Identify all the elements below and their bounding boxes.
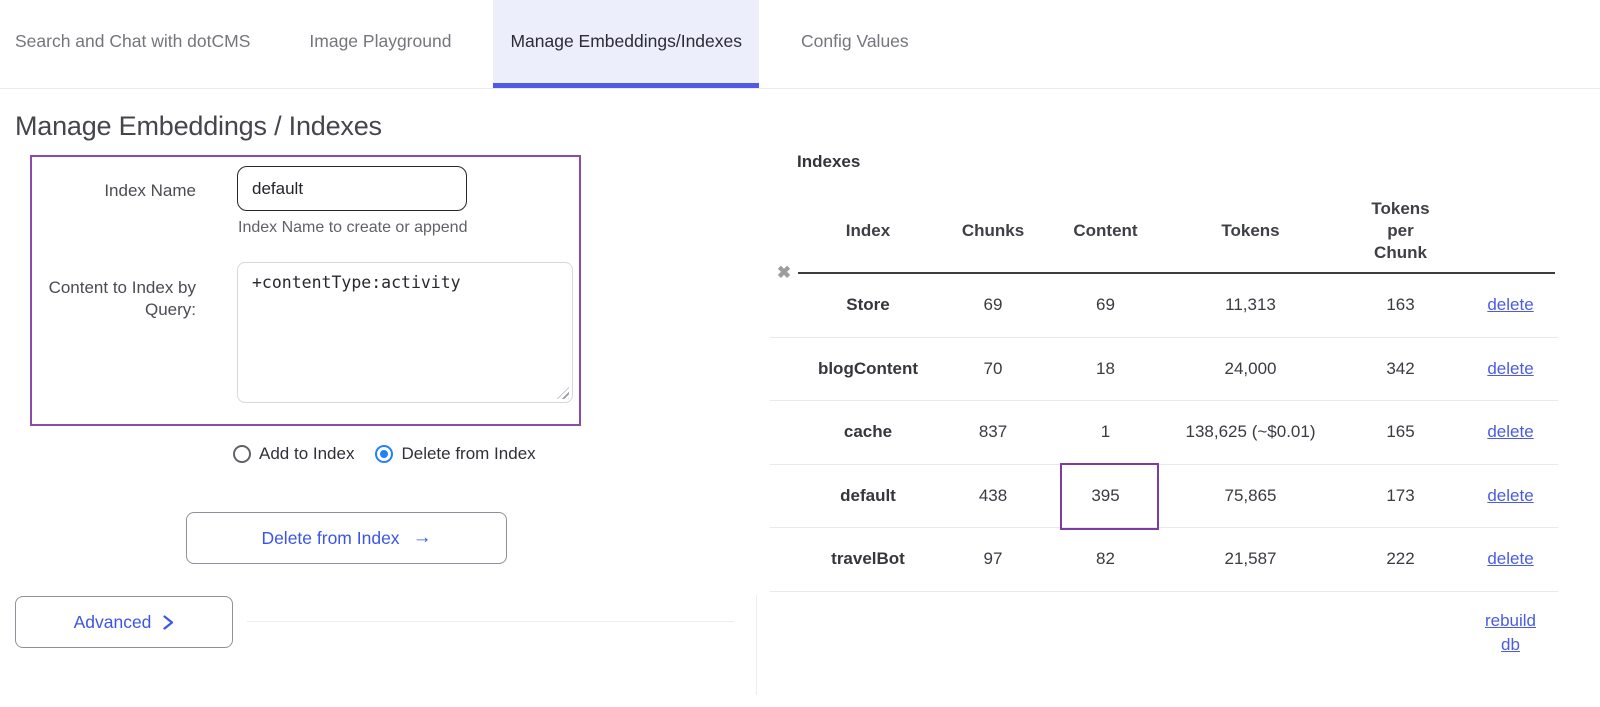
- vertical-divider: [756, 595, 757, 695]
- content-cell: 82: [1048, 549, 1163, 569]
- index-name-label: Index Name: [36, 181, 196, 201]
- mode-radio-group: Add to Index Delete from Index: [233, 444, 557, 464]
- radio-icon: [233, 445, 251, 463]
- tab[interactable]: Manage Embeddings/Indexes: [493, 0, 759, 88]
- chunks-cell: 70: [938, 359, 1048, 379]
- actions-cell: delete: [1463, 486, 1558, 506]
- mode-radio-option[interactable]: Add to Index: [233, 444, 354, 464]
- index-name-cell: travelBot: [798, 549, 938, 569]
- tokens-per-chunk-cell: 222: [1338, 549, 1463, 569]
- indexes-table: Index Chunks Content Tokens Tokens per C…: [770, 190, 1558, 657]
- content-cell: 18: [1048, 359, 1163, 379]
- column-header-tokens: Tokens: [1163, 220, 1338, 242]
- actions-cell: delete: [1463, 359, 1558, 379]
- delete-link[interactable]: delete: [1487, 486, 1533, 505]
- delete-link[interactable]: delete: [1487, 422, 1533, 441]
- main-content: Manage Embeddings / Indexes Index Name I…: [0, 89, 1600, 707]
- chunks-cell: 438: [938, 486, 1048, 506]
- submit-button-label: Delete from Index: [261, 528, 399, 549]
- tab-bar: Search and Chat with dotCMS Image Playgr…: [0, 0, 1600, 89]
- arrow-right-icon: →: [413, 527, 432, 549]
- tab-label: Search and Chat with dotCMS: [15, 31, 250, 52]
- content-cell: 395: [1048, 486, 1163, 506]
- index-name-cell: default: [798, 486, 938, 506]
- query-textarea[interactable]: +contentType:activity: [237, 262, 573, 403]
- index-name-input[interactable]: [237, 166, 467, 211]
- content-cell: 69: [1048, 295, 1163, 315]
- table-row: cache 837 1 138,625 (~$0.01) 165 delete: [770, 401, 1558, 465]
- column-header-index: Index: [798, 220, 938, 242]
- tokens-per-chunk-cell: 342: [1338, 359, 1463, 379]
- radio-label: Delete from Index: [401, 444, 535, 464]
- indexes-title: Indexes: [797, 152, 860, 172]
- horizontal-divider: [247, 621, 734, 622]
- delete-link[interactable]: delete: [1487, 549, 1533, 568]
- tokens-cell: 21,587: [1163, 549, 1338, 569]
- close-icon[interactable]: ✖: [770, 263, 798, 283]
- radio-label: Add to Index: [259, 444, 354, 464]
- index-name-cell: Store: [798, 295, 938, 315]
- tab[interactable]: Search and Chat with dotCMS: [15, 0, 267, 88]
- column-header-content: Content: [1048, 220, 1163, 242]
- tab[interactable]: Config Values: [784, 0, 926, 88]
- tab-label: Image Playground: [309, 31, 451, 52]
- index-name-helper: Index Name to create or append: [238, 219, 467, 237]
- column-header-chunks: Chunks: [938, 220, 1048, 242]
- delete-from-index-button[interactable]: Delete from Index →: [186, 512, 507, 564]
- table-row: Store 69 69 11,313 163 delete: [770, 274, 1558, 338]
- tokens-cell: 75,865: [1163, 486, 1338, 506]
- page-title: Manage Embeddings / Indexes: [15, 111, 382, 142]
- actions-cell: delete: [1463, 422, 1558, 442]
- mode-radio-option[interactable]: Delete from Index: [375, 444, 535, 464]
- chevron-right-icon: [162, 615, 174, 630]
- tokens-per-chunk-cell: 165: [1338, 422, 1463, 442]
- query-label: Content to Index by Query:: [36, 277, 196, 321]
- tokens-per-chunk-cell: 163: [1338, 295, 1463, 315]
- table-row: travelBot 97 82 21,587 222 delete: [770, 528, 1558, 592]
- index-name-cell: cache: [798, 422, 938, 442]
- tokens-cell: 24,000: [1163, 359, 1338, 379]
- table-row: default 438 395 75,865 173 delete: [770, 465, 1558, 529]
- chunks-cell: 837: [938, 422, 1048, 442]
- app-root: Search and Chat with dotCMS Image Playgr…: [0, 0, 1600, 707]
- query-textarea-wrap: +contentType:activity: [237, 262, 573, 403]
- actions-cell: delete: [1463, 549, 1558, 569]
- advanced-button[interactable]: Advanced: [15, 596, 233, 648]
- delete-link[interactable]: delete: [1487, 359, 1533, 378]
- rebuild-cell: rebuild db: [1463, 609, 1558, 657]
- table-row: blogContent 70 18 24,000 342 delete: [770, 338, 1558, 402]
- chunks-cell: 97: [938, 549, 1048, 569]
- tab[interactable]: Image Playground: [292, 0, 468, 88]
- table-footer-row: rebuild db: [770, 592, 1558, 657]
- index-name-cell: blogContent: [798, 359, 938, 379]
- tab-label: Manage Embeddings/Indexes: [510, 31, 742, 52]
- radio-icon: [375, 445, 393, 463]
- delete-link[interactable]: delete: [1487, 295, 1533, 314]
- embeddings-form: Index Name Index Name to create or appen…: [30, 155, 581, 426]
- header-rule: [798, 272, 1555, 274]
- tab-label: Config Values: [801, 31, 909, 52]
- rebuild-db-link[interactable]: rebuild db: [1479, 609, 1543, 657]
- tokens-cell: 11,313: [1163, 295, 1338, 315]
- actions-cell: delete: [1463, 295, 1558, 315]
- table-header-row: Index Chunks Content Tokens Tokens per C…: [770, 190, 1558, 272]
- tokens-cell: 138,625 (~$0.01): [1163, 422, 1338, 442]
- advanced-button-label: Advanced: [74, 612, 152, 633]
- content-cell: 1: [1048, 422, 1163, 442]
- table-header-divider: ✖: [770, 272, 1558, 274]
- column-header-tokens-per-chunk: Tokens per Chunk: [1338, 198, 1463, 264]
- chunks-cell: 69: [938, 295, 1048, 315]
- tokens-per-chunk-cell: 173: [1338, 486, 1463, 506]
